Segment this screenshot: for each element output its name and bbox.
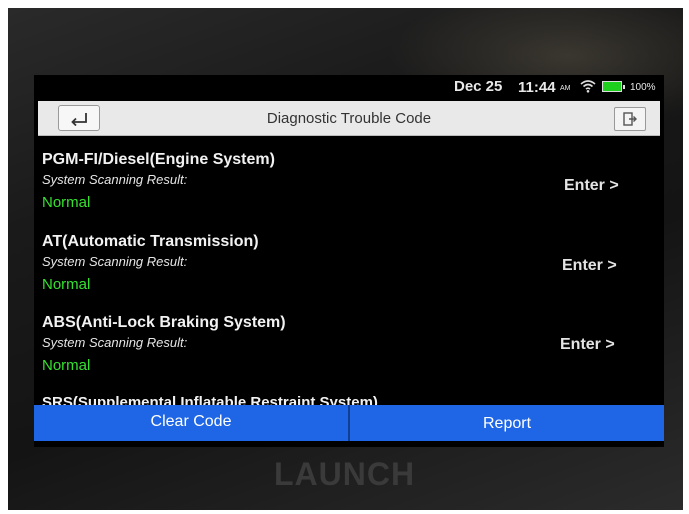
system-name: ABS(Anti-Lock Braking System) <box>42 314 286 331</box>
device-screen: Dec 25 11:44 AM 100% Diagnostic Trouble … <box>34 75 664 447</box>
list-item: AT(Automatic Transmission) System Scanni… <box>34 233 664 315</box>
enter-button[interactable]: Enter > <box>562 257 617 275</box>
system-name-partial[interactable]: SRS(Supplemental Inflatable Restraint Sy… <box>42 394 378 405</box>
enter-button[interactable]: Enter > <box>560 336 615 354</box>
device-photo: Dec 25 11:44 AM 100% Diagnostic Trouble … <box>8 8 683 510</box>
scan-result-label: System Scanning Result: <box>42 335 188 350</box>
page-title: Diagnostic Trouble Code <box>266 110 432 127</box>
exit-button[interactable] <box>614 107 646 131</box>
status-ampm: AM <box>560 85 571 92</box>
back-button[interactable] <box>58 105 100 131</box>
system-name: PGM-FI/Diesel(Engine System) <box>42 151 275 168</box>
back-arrow-icon <box>71 113 87 126</box>
scan-result-value: Normal <box>42 276 91 293</box>
status-time: 11:44 <box>518 79 556 96</box>
action-bar: Clear Code Report <box>34 405 664 441</box>
status-date: Dec 25 <box>454 78 503 95</box>
list-item: PGM-FI/Diesel(Engine System) System Scan… <box>34 151 664 233</box>
title-bar: Diagnostic Trouble Code <box>38 101 660 136</box>
report-button[interactable]: Report <box>350 405 664 441</box>
system-name: AT(Automatic Transmission) <box>42 233 259 250</box>
clear-code-button[interactable]: Clear Code <box>34 405 350 441</box>
battery-icon <box>602 81 625 92</box>
system-list: PGM-FI/Diesel(Engine System) System Scan… <box>34 137 664 405</box>
list-item: ABS(Anti-Lock Braking System) System Sca… <box>34 314 664 396</box>
enter-button[interactable]: Enter > <box>564 177 619 195</box>
scan-result-label: System Scanning Result: <box>42 172 188 187</box>
scan-result-value: Normal <box>42 357 91 374</box>
scan-result-value: Normal <box>42 194 91 211</box>
scan-result-label: System Scanning Result: <box>42 254 188 269</box>
battery-level: 100% <box>630 82 656 93</box>
exit-icon <box>623 112 637 126</box>
brand-logo: LAUNCH <box>274 456 416 492</box>
wifi-icon <box>580 80 596 93</box>
status-bar: Dec 25 11:44 AM 100% <box>34 75 664 99</box>
